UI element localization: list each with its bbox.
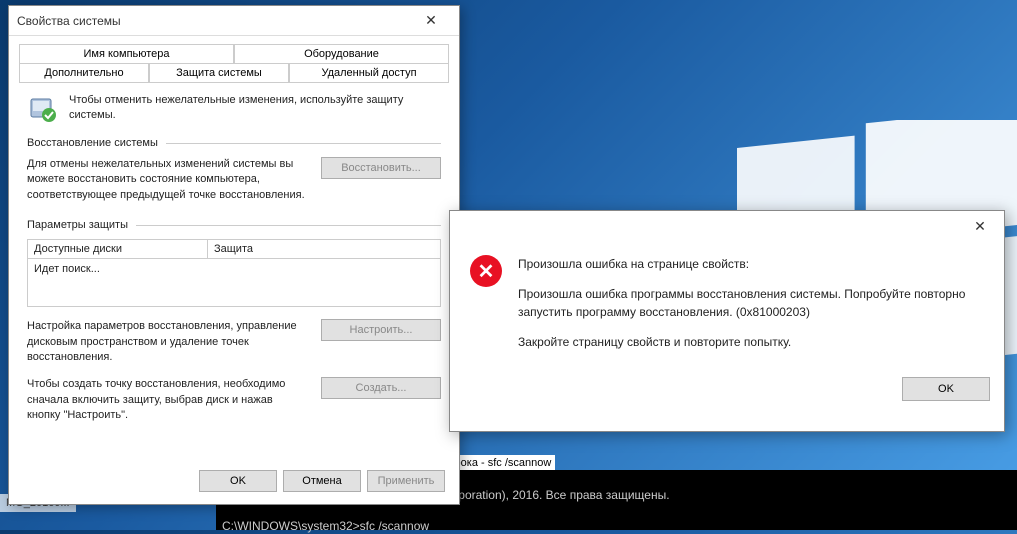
drives-table-header: Доступные диски Защита (27, 239, 441, 259)
col-protection[interactable]: Защита (208, 240, 440, 258)
create-button[interactable]: Создать... (321, 377, 441, 399)
configure-button[interactable]: Настроить... (321, 319, 441, 341)
system-properties-dialog: Свойства системы ✕ Имя компьютера Оборуд… (8, 5, 460, 505)
section-params-header: Параметры защиты (27, 219, 128, 231)
apply-button[interactable]: Применить (367, 470, 445, 492)
cancel-button[interactable]: Отмена (283, 470, 361, 492)
error-icon: ✕ (470, 255, 502, 287)
info-text: Чтобы отменить нежелательные изменения, … (69, 93, 441, 125)
titlebar[interactable]: Свойства системы ✕ (9, 6, 459, 36)
error-footer-text: Закройте страницу свойств и повторите по… (518, 333, 984, 351)
window-title: Свойства системы (17, 14, 411, 28)
configure-description: Настройка параметров восстановления, упр… (27, 319, 309, 365)
error-body-text: Произошла ошибка программы восстановлени… (518, 285, 984, 321)
close-icon: ✕ (974, 218, 986, 235)
cmd-line-prompt: C:\WINDOWS\system32>sfc /scannow (222, 519, 1011, 534)
restore-description: Для отмены нежелательных изменений систе… (27, 157, 309, 203)
restore-button[interactable]: Восстановить... (321, 157, 441, 179)
tab-system-protection[interactable]: Защита системы (149, 63, 289, 82)
tab-advanced[interactable]: Дополнительно (19, 63, 149, 82)
error-dialog: ✕ ✕ Произошла ошибка на странице свойств… (449, 210, 1005, 432)
create-description: Чтобы создать точку восстановления, необ… (27, 377, 309, 423)
close-icon: ✕ (425, 12, 437, 29)
drives-table-body[interactable]: Идет поиск... (27, 259, 441, 307)
tab-remote[interactable]: Удаленный доступ (289, 63, 449, 82)
col-drives[interactable]: Доступные диски (28, 240, 208, 258)
ok-button[interactable]: OK (199, 470, 277, 492)
error-heading: Произошла ошибка на странице свойств: (518, 255, 984, 273)
shield-icon (27, 93, 59, 125)
close-button[interactable]: ✕ (411, 7, 451, 35)
tab-computer-name[interactable]: Имя компьютера (19, 44, 234, 63)
error-titlebar[interactable]: ✕ (450, 211, 1004, 241)
error-close-button[interactable]: ✕ (960, 213, 1000, 239)
searching-text: Идет поиск... (34, 263, 100, 275)
section-restore-header: Восстановление системы (27, 137, 158, 149)
tab-hardware[interactable]: Оборудование (234, 44, 449, 63)
error-ok-button[interactable]: OK (902, 377, 990, 401)
